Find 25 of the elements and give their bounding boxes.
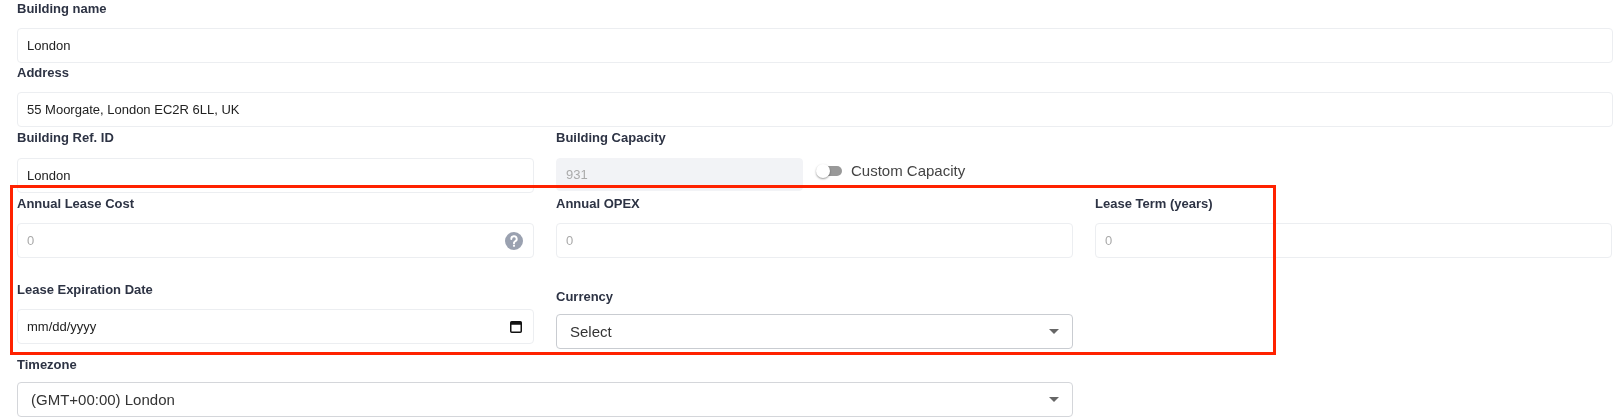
field-label: Currency (556, 288, 614, 306)
input-field[interactable]: 55 Moorgate, London EC2R 6LL, UK (17, 92, 1613, 127)
field-label: Annual OPEX (556, 195, 640, 213)
field-label: Building Capacity (556, 129, 666, 147)
currency-select[interactable]: Select (556, 314, 1073, 349)
field-label: Lease Term (years) (1095, 195, 1213, 213)
input-field[interactable]: London (17, 28, 1613, 63)
field-label: Address (17, 64, 70, 82)
field-label: Annual Lease Cost (17, 195, 135, 213)
help-icon[interactable] (505, 232, 523, 250)
input-field[interactable]: London (17, 158, 534, 193)
toggle-switch[interactable] (818, 165, 842, 176)
timezone-select[interactable]: (GMT+00:00) London (17, 382, 1073, 417)
toggle-label: Custom Capacity (851, 162, 966, 179)
field-label: Lease Expiration Date (17, 281, 153, 299)
field-label: Building Ref. ID (17, 129, 114, 147)
input-field[interactable]: 0 (1095, 223, 1612, 258)
calendar-icon[interactable] (510, 320, 522, 333)
date-field[interactable]: mm/dd/yyyy (17, 309, 534, 344)
field-label: Building name (17, 0, 107, 18)
caret-icon (1049, 397, 1059, 402)
caret-icon (1049, 329, 1059, 334)
input-field[interactable]: 0 (556, 223, 1073, 258)
field-label: Timezone (17, 356, 77, 374)
input-field[interactable]: 0 (17, 223, 534, 258)
